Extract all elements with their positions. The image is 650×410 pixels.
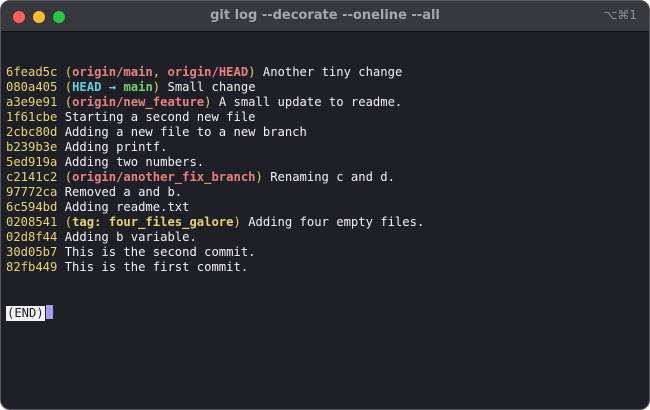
commit-hash: 0208541 xyxy=(6,215,58,229)
commit-message: Another tiny change xyxy=(262,65,403,79)
log-line: 0208541 (tag: four_files_galore) Adding … xyxy=(6,215,425,229)
log-line: 82fb449 This is the first commit. xyxy=(6,260,644,275)
commit-message: Removed a and b. xyxy=(64,185,183,199)
commit-hash: 080a405 xyxy=(6,80,58,94)
commit-message: This is the second commit. xyxy=(64,245,256,259)
git-log: 6fead5c (origin/main, origin/HEAD) Anoth… xyxy=(6,65,644,275)
log-line: b239b3e Adding printf. xyxy=(6,140,644,155)
log-line: 6fead5c (origin/main, origin/HEAD) Anoth… xyxy=(6,65,403,79)
commit-message: Adding printf. xyxy=(64,140,168,154)
pager-prompt: (END) xyxy=(6,305,644,321)
commit-message: Renaming c and d. xyxy=(270,170,395,184)
terminal-window: git log --decorate --oneline --all ⌥⌘1 6… xyxy=(0,0,650,410)
log-line: c2141c2 (origin/another_fix_branch) Rena… xyxy=(6,170,395,184)
commit-hash: 6c594bd xyxy=(6,200,58,214)
commit-message: Adding readme.txt xyxy=(64,200,190,214)
commit-message: Small change xyxy=(167,80,256,94)
log-line: 5ed919a Adding two numbers. xyxy=(6,155,644,170)
log-line: 1f61cbe Starting a second new file xyxy=(6,110,644,125)
ref-decoration: tag: four_files_galore xyxy=(72,215,234,229)
ref-decoration: origin/another_fix_branch xyxy=(72,170,256,184)
commit-hash: 97772ca xyxy=(6,185,58,199)
commit-message: Adding b variable. xyxy=(64,230,197,244)
terminal-cursor xyxy=(45,305,53,319)
commit-hash: 6fead5c xyxy=(6,65,58,79)
commit-hash: 5ed919a xyxy=(6,155,58,169)
commit-hash: b239b3e xyxy=(6,140,58,154)
commit-hash: a3e9e91 xyxy=(6,95,58,109)
window-title: git log --decorate --oneline --all xyxy=(210,8,440,23)
window-shortcut: ⌥⌘1 xyxy=(603,8,637,22)
log-line: 6c594bd Adding readme.txt xyxy=(6,200,644,215)
commit-hash: c2141c2 xyxy=(6,170,58,184)
commit-message: Adding four empty files. xyxy=(248,215,425,229)
title-bar: git log --decorate --oneline --all ⌥⌘1 xyxy=(1,1,649,32)
log-line: 30d05b7 This is the second commit. xyxy=(6,245,644,260)
commit-message: A small update to readme. xyxy=(218,95,403,109)
commit-message: Adding a new file to a new branch xyxy=(64,125,307,139)
commit-hash: 02d8f44 xyxy=(6,230,58,244)
log-line: 02d8f44 Adding b variable. xyxy=(6,230,644,245)
commit-hash: 30d05b7 xyxy=(6,245,58,259)
commit-hash: 2cbc80d xyxy=(6,125,58,139)
ref-decoration: main xyxy=(123,80,153,94)
ref-decoration: origin/HEAD xyxy=(167,65,249,79)
terminal-output[interactable]: 6fead5c (origin/main, origin/HEAD) Anoth… xyxy=(6,35,644,404)
commit-message: Adding two numbers. xyxy=(64,155,205,169)
log-line: 2cbc80d Adding a new file to a new branc… xyxy=(6,125,644,140)
ref-decoration: origin/main xyxy=(72,65,153,79)
ref-decoration: origin/new_feature xyxy=(72,95,205,109)
commit-hash: 82fb449 xyxy=(6,260,58,274)
pager-end-label: (END) xyxy=(6,306,45,321)
log-line: 080a405 (HEAD → main) Small change xyxy=(6,80,256,94)
commit-message: Starting a second new file xyxy=(64,110,256,124)
log-line: a3e9e91 (origin/new_feature) A small upd… xyxy=(6,95,403,109)
commit-hash: 1f61cbe xyxy=(6,110,58,124)
log-line: 97772ca Removed a and b. xyxy=(6,185,644,200)
commit-message: This is the first commit. xyxy=(64,260,249,274)
ref-decoration: HEAD → xyxy=(72,80,124,94)
